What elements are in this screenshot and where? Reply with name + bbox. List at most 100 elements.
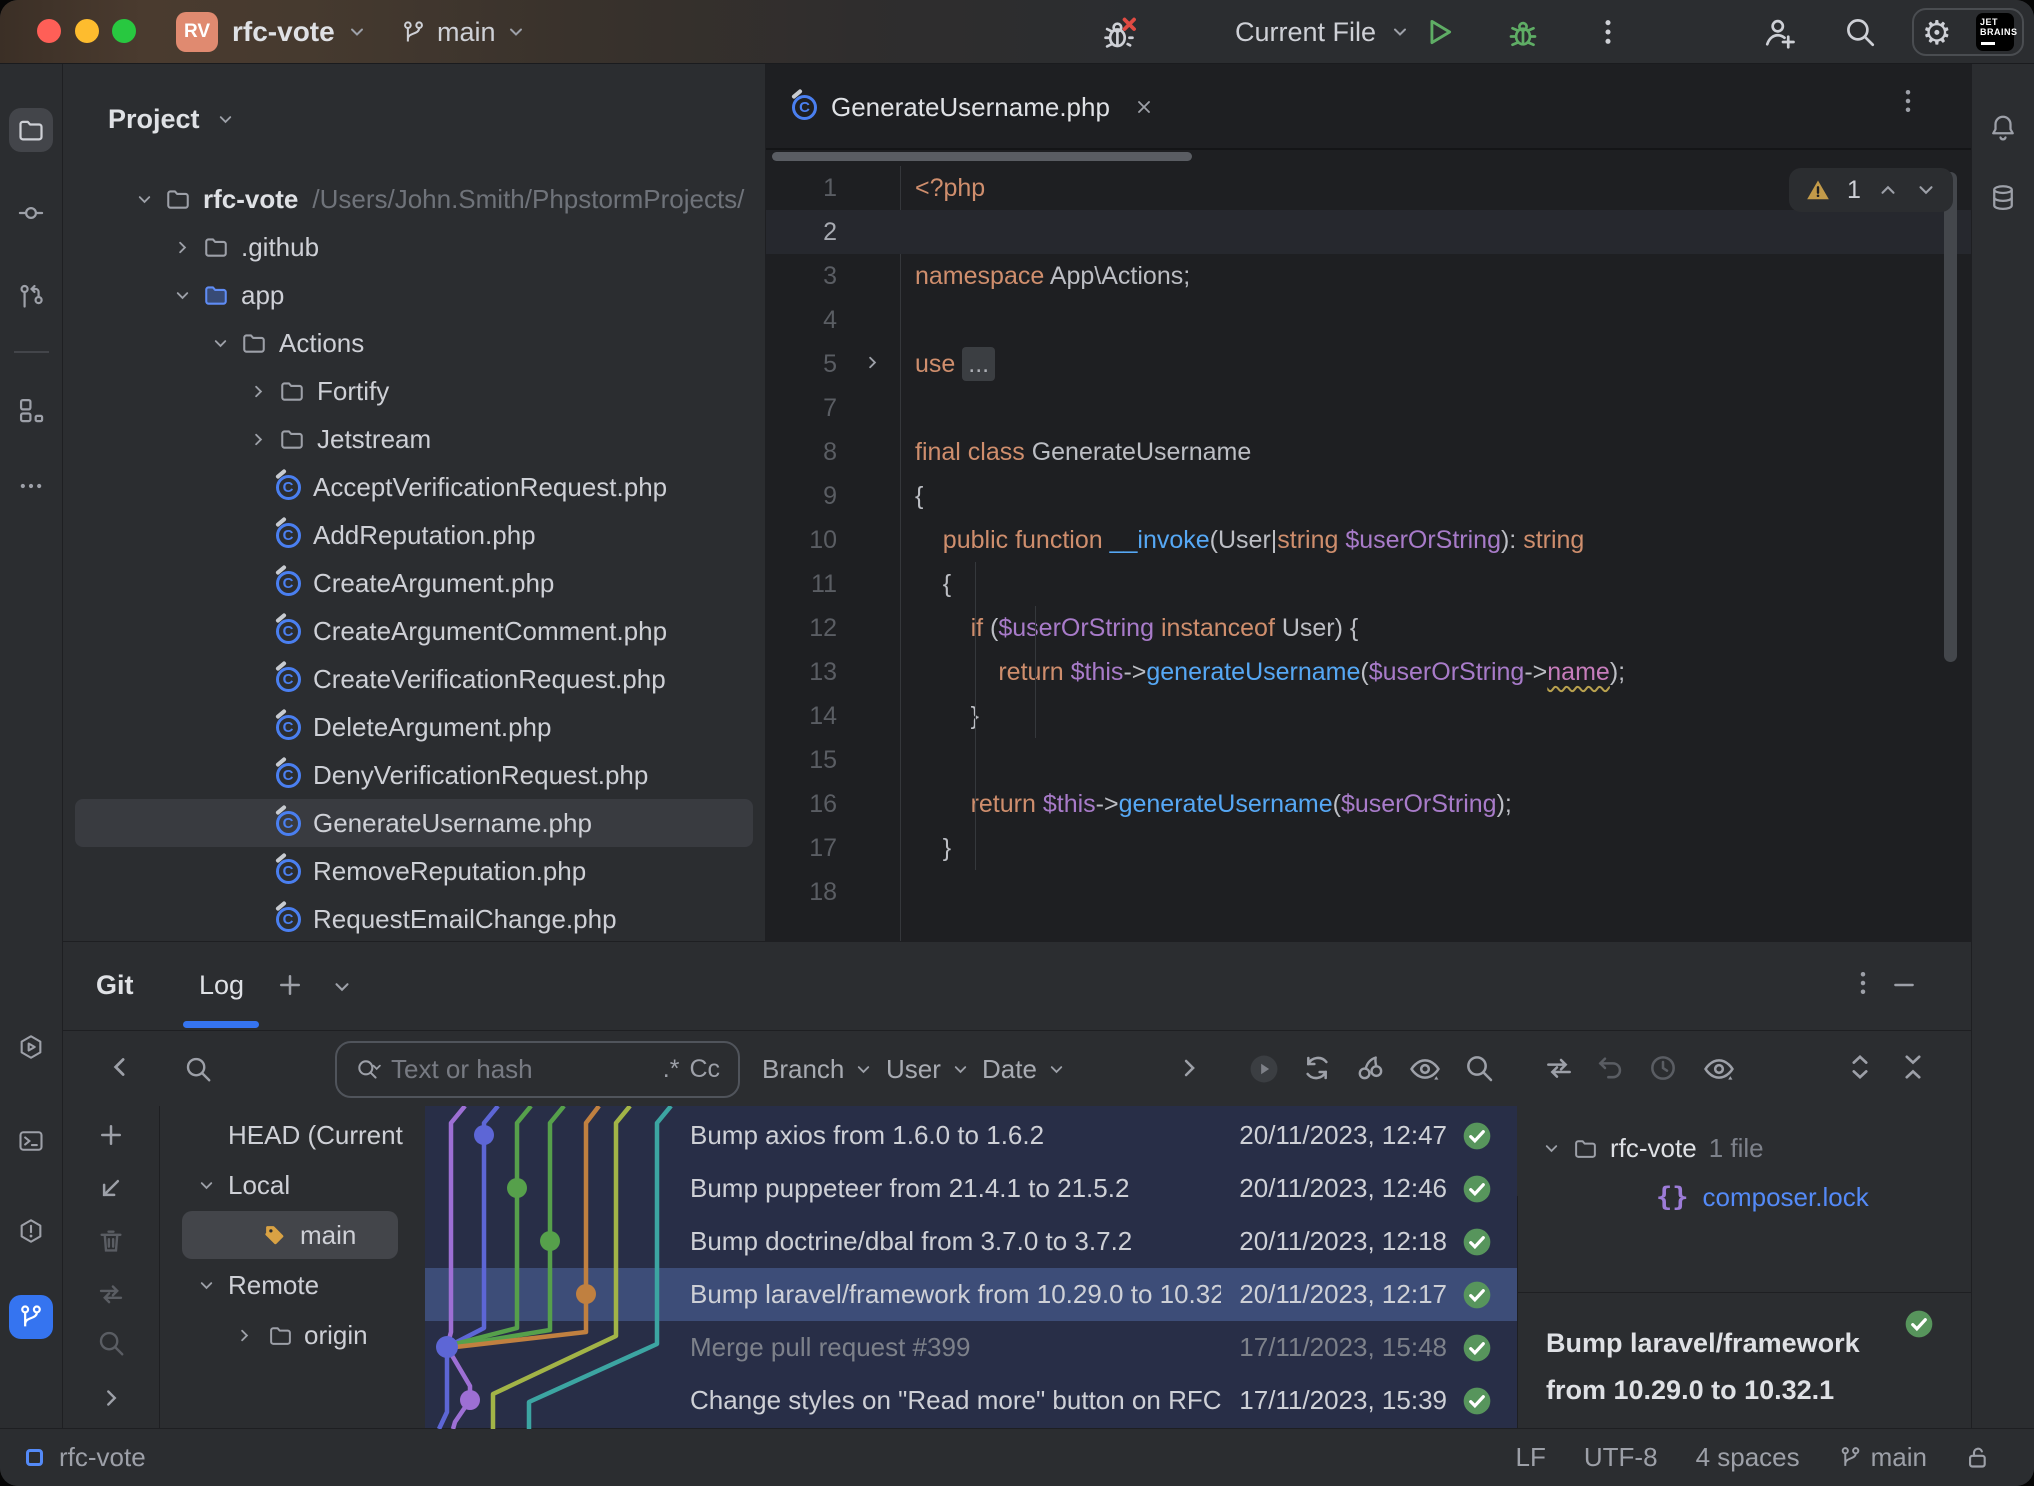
project-view-selector[interactable]: Project — [108, 104, 235, 135]
branch-search-icon[interactable] — [183, 1054, 213, 1084]
notifications-bell-button[interactable] — [1981, 106, 2025, 150]
tool-problems-button[interactable] — [9, 1209, 53, 1253]
tree-item-createargumentcomment-php[interactable]: CCreateArgumentComment.php — [75, 607, 753, 655]
back-icon[interactable] — [105, 1052, 135, 1082]
collapse-all-icon[interactable] — [1898, 1052, 1928, 1082]
cherry-pick-icon[interactable] — [1355, 1052, 1387, 1084]
minimize-window-button[interactable] — [75, 19, 99, 43]
tree-item-createargument-php[interactable]: CCreateArgument.php — [75, 559, 753, 607]
tree-item-app[interactable]: app — [75, 271, 753, 319]
commit-row-4[interactable]: Bump laravel/framework from 10.29.0 to 1… — [425, 1268, 1517, 1321]
debug-button[interactable] — [1505, 14, 1541, 50]
code-line-12[interactable]: 12 if ($userOrString instanceof User) { — [766, 606, 1971, 650]
code-line-16[interactable]: 16 return $this->generateUsername($userO… — [766, 782, 1971, 826]
tree-item-generateusername-php[interactable]: CGenerateUsername.php — [75, 799, 753, 847]
tool-commit-button[interactable] — [9, 191, 53, 235]
changed-files-root[interactable]: rfc-vote 1 file — [1518, 1124, 1971, 1173]
close-window-button[interactable] — [37, 19, 61, 43]
code-line-3[interactable]: 3namespace App\Actions; — [766, 254, 1971, 298]
tree-item-rfc-vote[interactable]: rfc-vote/Users/John.Smith/PhpstormProjec… — [75, 175, 753, 223]
status-branch-widget[interactable]: main — [1838, 1442, 1927, 1473]
tree-item-actions[interactable]: Actions — [75, 319, 753, 367]
filter-search-icon[interactable] — [1463, 1052, 1495, 1084]
run-configuration-selector[interactable]: Current File — [1235, 0, 1410, 64]
branch-group-remote[interactable]: Remote — [160, 1260, 425, 1310]
tree-item-fortify[interactable]: Fortify — [75, 367, 753, 415]
chevron-down-icon[interactable] — [331, 976, 353, 998]
checkout-icon[interactable] — [96, 1173, 126, 1203]
new-tab-icon[interactable] — [275, 970, 305, 1000]
code-line-17[interactable]: 17 } — [766, 826, 1971, 870]
commit-row-3[interactable]: Bump doctrine/dbal from 3.7.0 to 3.7.220… — [425, 1215, 1517, 1268]
code-line-10[interactable]: 10 public function __invoke(User|string … — [766, 518, 1971, 562]
gear-icon[interactable]: ⚙ — [1922, 16, 1952, 49]
commit-row-6[interactable]: Change styles on "Read more" button on R… — [425, 1374, 1517, 1427]
code-line-13[interactable]: 13 return $this->generateUsername($userO… — [766, 650, 1971, 694]
tree-item-deleteargument-php[interactable]: CDeleteArgument.php — [75, 703, 753, 751]
tree-item-denyverificationrequest-php[interactable]: CDenyVerificationRequest.php — [75, 751, 753, 799]
compare-icon[interactable] — [1543, 1052, 1575, 1084]
hide-panel-icon[interactable] — [1891, 972, 1917, 998]
code-line-15[interactable]: 15 — [766, 738, 1971, 782]
match-case-toggle[interactable]: Cc — [689, 1055, 720, 1084]
search-everywhere-button[interactable] — [1843, 15, 1877, 49]
expand-all-icon[interactable] — [1845, 1052, 1875, 1082]
tool-pull-requests-button[interactable] — [9, 274, 53, 318]
user-filter[interactable]: User — [886, 1032, 970, 1106]
refresh-icon[interactable] — [1301, 1052, 1333, 1084]
changed-file-row[interactable]: {} composer.lock — [1518, 1173, 1971, 1222]
project-switcher[interactable]: rfc-vote — [232, 0, 367, 64]
commit-row-1[interactable]: Bump axios from 1.6.0 to 1.6.220/11/2023… — [425, 1109, 1517, 1162]
more-tool-windows-button[interactable] — [9, 464, 53, 508]
hide-branches-icon[interactable] — [98, 1385, 124, 1411]
code-line-8[interactable]: 8final class GenerateUsername — [766, 430, 1971, 474]
tree-item--github[interactable]: .github — [75, 223, 753, 271]
code-line-14[interactable]: 14 } — [766, 694, 1971, 738]
code-line-7[interactable]: 7 — [766, 386, 1971, 430]
tool-database-button[interactable] — [1981, 176, 2025, 220]
code-line-4[interactable]: 4 — [766, 298, 1971, 342]
unlock-icon[interactable] — [1965, 1444, 1992, 1471]
show-details-eye-icon[interactable] — [1408, 1052, 1442, 1086]
tree-item-jetstream[interactable]: Jetstream — [75, 415, 753, 463]
code-line-5[interactable]: 5use ... — [766, 342, 1971, 386]
indent-widget[interactable]: 4 spaces — [1696, 1442, 1800, 1473]
regex-toggle[interactable]: .* — [663, 1055, 680, 1084]
tree-item-acceptverificationrequest-php[interactable]: CAcceptVerificationRequest.php — [75, 463, 753, 511]
more-filters-icon[interactable] — [1175, 1054, 1203, 1082]
tab-generateusername[interactable]: C GenerateUsername.php — [792, 64, 1154, 150]
code-line-2[interactable]: 2 — [766, 210, 1971, 254]
tree-item-createverificationrequest-php[interactable]: CCreateVerificationRequest.php — [75, 655, 753, 703]
line-ending-widget[interactable]: LF — [1516, 1442, 1546, 1473]
branch-head-row[interactable]: HEAD (Current — [160, 1110, 425, 1160]
encoding-widget[interactable]: UTF-8 — [1584, 1442, 1658, 1473]
editor-scrollbar[interactable] — [1944, 172, 1957, 662]
tool-git-button[interactable] — [9, 1295, 53, 1339]
tool-project-button[interactable] — [9, 108, 53, 152]
new-branch-icon[interactable] — [96, 1120, 126, 1150]
tree-item-addreputation-php[interactable]: CAddReputation.php — [75, 511, 753, 559]
code-line-18[interactable]: 18 — [766, 870, 1971, 914]
tab-log[interactable]: Log — [185, 942, 258, 1028]
git-options-icon[interactable] — [1848, 968, 1878, 998]
run-button[interactable] — [1422, 15, 1456, 49]
branch-main-row[interactable]: main — [160, 1210, 425, 1260]
commit-search-field[interactable]: Text or hash .* Cc — [335, 1041, 740, 1098]
zoom-window-button[interactable] — [112, 19, 136, 43]
code-line-9[interactable]: 9{ — [766, 474, 1971, 518]
tool-services-button[interactable] — [9, 1025, 53, 1069]
fold-arrow-icon[interactable] — [863, 353, 882, 372]
code-area[interactable]: 1<?php23namespace App\Actions;45use ...7… — [766, 166, 1971, 914]
preview-eye-icon[interactable] — [1702, 1052, 1736, 1086]
date-filter[interactable]: Date — [982, 1032, 1066, 1106]
changed-file-link[interactable]: composer.lock — [1703, 1182, 1869, 1213]
prev-problem-icon[interactable] — [1877, 179, 1899, 201]
inspection-widget[interactable]: 1 — [1789, 168, 1953, 212]
next-problem-icon[interactable] — [1915, 179, 1937, 201]
tree-item-requestemailchange-php[interactable]: CRequestEmailChange.php — [75, 895, 753, 941]
tree-item-removereputation-php[interactable]: CRemoveReputation.php — [75, 847, 753, 895]
tool-window-indicator-icon[interactable] — [26, 1449, 43, 1466]
close-tab-icon[interactable] — [1134, 97, 1154, 117]
branch-remote-origin[interactable]: origin — [160, 1310, 425, 1360]
branch-switcher[interactable]: main — [400, 0, 526, 64]
